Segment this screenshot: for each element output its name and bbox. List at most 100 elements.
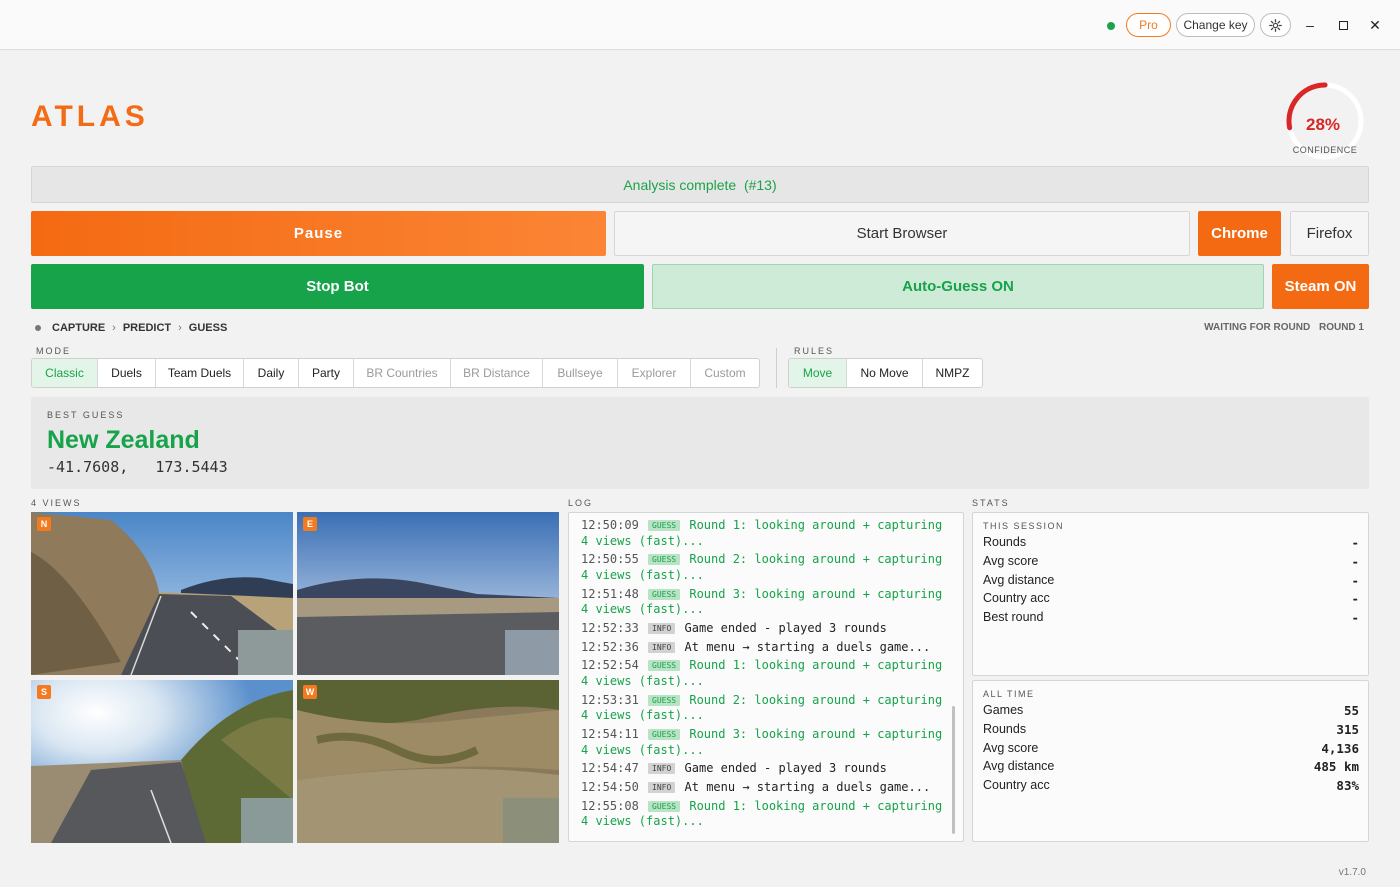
log-time: 12:50:09 — [581, 518, 639, 532]
mode-label: MODE — [36, 346, 71, 356]
stat-label: Avg score — [983, 553, 1039, 568]
log-label: LOG — [568, 498, 594, 508]
log-time: 12:52:36 — [581, 639, 639, 654]
stat-value: - — [1351, 572, 1359, 588]
stat-value: - — [1351, 591, 1359, 607]
all-time-stat-row: Avg score 4,136 — [983, 741, 1359, 756]
stop-bot-button[interactable]: Stop Bot — [31, 264, 644, 309]
auto-guess-toggle[interactable]: Auto-Guess ON — [652, 264, 1264, 309]
close-window-button[interactable]: ✕ — [1363, 13, 1387, 37]
log-entry: 12:52:36 INFO At menu → starting a duels… — [581, 640, 953, 656]
stat-label: Rounds — [983, 721, 1027, 736]
close-icon: ✕ — [1369, 16, 1381, 33]
all-time-stat-row: Games 55 — [983, 703, 1359, 718]
rules-option-no-move[interactable]: No Move — [847, 359, 923, 387]
log-time: 12:51:48 — [581, 586, 639, 601]
stat-value: 315 — [1336, 721, 1359, 737]
stat-label: Avg distance — [983, 759, 1055, 774]
latitude: -41.7608, — [47, 458, 129, 476]
minimize-button[interactable]: – — [1298, 13, 1322, 37]
steam-toggle[interactable]: Steam ON — [1272, 264, 1369, 309]
mode-option-team-duels[interactable]: Team Duels — [156, 359, 244, 387]
pause-button[interactable]: Pause — [31, 211, 606, 256]
chrome-button[interactable]: Chrome — [1198, 211, 1281, 256]
round-label: ROUND 1 — [1318, 322, 1364, 333]
street-view-image — [31, 680, 293, 843]
start-browser-button[interactable]: Start Browser — [614, 211, 1190, 256]
view-tag-s: S — [37, 685, 51, 699]
pipeline-breadcrumb: CAPTURE › PREDICT › GUESS — [35, 322, 227, 334]
mode-option-custom[interactable]: Custom — [691, 359, 759, 387]
divider — [776, 348, 777, 388]
maximize-button[interactable] — [1331, 13, 1355, 37]
log-level-badge: INFO — [648, 782, 676, 794]
log-scrollbar[interactable] — [952, 706, 955, 834]
log-time: 12:54:50 — [581, 780, 639, 795]
log-entry: 12:54:50 INFO At menu → starting a duels… — [581, 780, 953, 796]
stat-label: Best round — [983, 610, 1044, 625]
mode-option-party[interactable]: Party — [299, 359, 354, 387]
rules-selector: Move No Move NMPZ — [788, 358, 983, 388]
gear-icon — [1269, 18, 1282, 32]
minimize-icon: – — [1306, 17, 1314, 33]
log-entry: 12:50:09 GUESS Round 1: looking around +… — [581, 518, 953, 549]
view-north: N — [31, 512, 293, 675]
stat-value: - — [1351, 535, 1359, 550]
stat-label: Games — [983, 703, 1024, 717]
stat-label: Avg score — [983, 740, 1039, 755]
status-bar: Analysis complete (#13) — [31, 166, 1369, 203]
mode-option-br-countries[interactable]: BR Countries — [354, 359, 451, 387]
round-status: WAITING FOR ROUND ROUND 1 — [1198, 322, 1364, 333]
confidence-label: CONFIDENCE — [1292, 145, 1358, 155]
all-time-stats-title: ALL TIME — [983, 689, 1035, 699]
pipeline-step-predict: PREDICT — [122, 322, 172, 334]
rules-label: RULES — [794, 346, 835, 356]
mode-option-explorer[interactable]: Explorer — [618, 359, 691, 387]
rules-option-nmpz[interactable]: NMPZ — [923, 359, 982, 387]
firefox-button[interactable]: Firefox — [1290, 211, 1369, 256]
log-entry: 12:54:11 GUESS Round 3: looking around +… — [581, 727, 953, 758]
rules-option-move[interactable]: Move — [789, 359, 847, 387]
stat-value: - — [1351, 553, 1359, 569]
stat-value: 55 — [1343, 703, 1359, 718]
mode-option-daily[interactable]: Daily — [244, 359, 299, 387]
mode-selector: Classic Duels Team Duels Daily Party BR Count… — [31, 358, 760, 388]
log-entry: 12:52:54 GUESS Round 1: looking around +… — [581, 658, 953, 689]
log-message: At menu → starting a duels game... — [684, 780, 931, 795]
maximize-icon — [1338, 20, 1348, 30]
mode-option-br-distance[interactable]: BR Distance — [451, 359, 543, 387]
view-west: W — [297, 680, 559, 843]
confidence-value: 28% — [1305, 115, 1341, 134]
log-panel[interactable]: 12:50:09 GUESS Round 1: looking around +… — [568, 512, 964, 842]
stat-value: 4,136 — [1321, 740, 1359, 756]
best-guess-country: New Zealand — [47, 426, 200, 454]
stat-value: 485 km — [1313, 759, 1359, 775]
stats-label: STATS — [972, 498, 1010, 508]
change-key-button[interactable]: Change key — [1176, 13, 1255, 37]
log-time: 12:53:31 — [581, 692, 639, 707]
view-tag-e: E — [303, 517, 317, 531]
view-tag-w: W — [303, 685, 317, 699]
session-stat-row: Best round - — [983, 610, 1359, 625]
log-level-badge: INFO — [648, 622, 676, 634]
connection-status-dot — [1107, 22, 1115, 30]
log-level-badge: INFO — [648, 641, 676, 653]
street-view-image — [297, 512, 559, 675]
log-level-badge: INFO — [648, 763, 676, 775]
settings-button[interactable] — [1260, 13, 1291, 37]
log-time: 12:52:54 — [581, 658, 639, 673]
pipeline-status-dot — [35, 325, 41, 331]
log-entry: 12:50:55 GUESS Round 2: looking around +… — [581, 552, 953, 583]
longitude: 173.5443 — [155, 458, 228, 476]
title-bar: Pro Change key – ✕ — [0, 0, 1400, 50]
log-entry: 12:51:48 GUESS Round 3: looking around +… — [581, 587, 953, 618]
log-time: 12:55:08 — [581, 798, 639, 813]
view-tag-n: N — [37, 517, 51, 531]
mode-option-bullseye[interactable]: Bullseye — [543, 359, 618, 387]
log-message: At menu → starting a duels game... — [684, 639, 931, 654]
log-level-badge: GUESS — [648, 800, 681, 812]
mode-option-classic[interactable]: Classic — [32, 359, 98, 387]
mode-option-duels[interactable]: Duels — [98, 359, 156, 387]
views-label: 4 VIEWS — [31, 498, 82, 508]
pro-badge-button[interactable]: Pro — [1126, 13, 1171, 37]
